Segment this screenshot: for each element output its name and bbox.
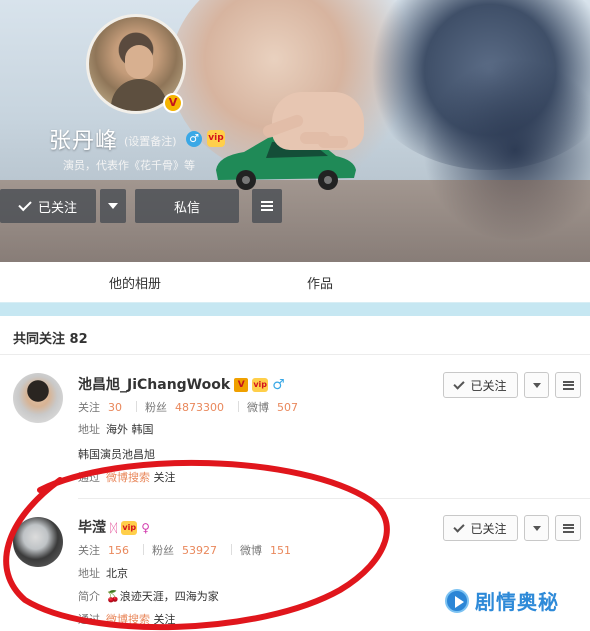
chevron-down-icon <box>532 382 541 388</box>
user-stats: 关注 30 粉丝 4873300 微博 507 <box>78 401 298 414</box>
fans-count[interactable]: 53927 <box>182 544 217 557</box>
follow-count[interactable]: 156 <box>108 544 129 557</box>
profile-page: V 张丹峰 (设置备注) ♂ vip 演员，代表作《花千骨》等 已关注 私信 他… <box>0 0 590 631</box>
message-button[interactable]: 私信 <box>135 189 239 223</box>
weibo-search-link[interactable]: 微博搜索 <box>106 471 150 484</box>
verified-icon: V <box>163 93 183 113</box>
female-gender-icon: ♀ <box>141 521 150 535</box>
profile-description: 演员，代表作《花千骨》等 <box>63 159 195 172</box>
followed-label: 已关注 <box>37 200 77 216</box>
more-menu-button[interactable] <box>555 372 581 398</box>
tab-works[interactable]: 作品 <box>307 273 333 292</box>
common-follows-section: 共同关注 82 池昌旭_JiChangWook Vvip ♂ 关注 30 粉丝 48733… <box>0 316 590 631</box>
menu-icon <box>562 523 574 533</box>
follow-dropdown-button[interactable] <box>100 189 126 223</box>
follow-count[interactable]: 30 <box>108 401 122 414</box>
play-logo-icon <box>445 588 469 613</box>
common-follows-count: 82 <box>69 332 88 347</box>
common-follows-title: 共同关注 82 <box>13 332 88 347</box>
user-name[interactable]: 毕滢 ᛞ vip ♀ <box>78 517 150 537</box>
follow-source: 通过 微博搜索 关注 <box>78 613 176 626</box>
follow-dropdown-button[interactable] <box>524 515 549 541</box>
user-location: 地址 北京 <box>78 567 128 580</box>
check-icon <box>453 520 466 533</box>
bow-icon: ᛞ <box>110 521 118 535</box>
more-menu-button[interactable] <box>555 515 581 541</box>
followed-button[interactable]: 已关注 <box>443 515 518 541</box>
vip-icon: vip <box>207 130 225 147</box>
fans-count[interactable]: 4873300 <box>175 401 224 414</box>
vip-icon: vip <box>121 521 138 535</box>
check-icon <box>453 377 466 390</box>
followed-button[interactable]: 已关注 <box>443 372 518 398</box>
tab-album[interactable]: 他的相册 <box>109 273 161 292</box>
chevron-down-icon <box>532 525 541 531</box>
user-intro: 韩国演员池昌旭 <box>78 448 155 461</box>
list-item: 池昌旭_JiChangWook Vvip ♂ 关注 30 粉丝 4873300 微博 507 … <box>0 355 590 495</box>
chevron-down-icon <box>108 203 118 209</box>
menu-icon <box>562 380 574 390</box>
user-stats: 关注 156 粉丝 53927 微博 151 <box>78 544 291 557</box>
weibo-count[interactable]: 151 <box>270 544 291 557</box>
verified-icon: V <box>234 378 249 392</box>
weibo-count[interactable]: 507 <box>277 401 298 414</box>
weibo-search-link[interactable]: 微博搜索 <box>106 613 150 626</box>
followed-button[interactable]: 已关注 <box>0 189 96 223</box>
follow-dropdown-button[interactable] <box>524 372 549 398</box>
profile-tabs: 他的相册 作品 <box>0 262 590 302</box>
set-remark-link[interactable]: (设置备注) <box>124 133 177 149</box>
user-name[interactable]: 池昌旭_JiChangWook Vvip ♂ <box>78 374 285 394</box>
watermark: 剧情奥秘 <box>445 586 559 615</box>
user-avatar[interactable] <box>13 373 63 423</box>
user-avatar[interactable] <box>13 517 63 567</box>
user-location: 地址 海外 韩国 <box>78 423 154 436</box>
check-icon <box>18 197 32 212</box>
male-gender-icon: ♂ <box>186 131 202 147</box>
male-gender-icon: ♂ <box>272 377 285 393</box>
menu-icon <box>261 201 273 211</box>
user-intro: 简介 🍒浪迹天涯，四海为家 <box>78 590 219 603</box>
more-menu-button[interactable] <box>252 189 282 223</box>
section-divider <box>0 302 590 316</box>
follow-source: 通过 微博搜索 关注 <box>78 471 176 484</box>
watermark-text: 剧情奥秘 <box>475 590 559 614</box>
profile-name: 张丹峰 <box>49 129 119 154</box>
vip-icon: vip <box>252 378 269 392</box>
